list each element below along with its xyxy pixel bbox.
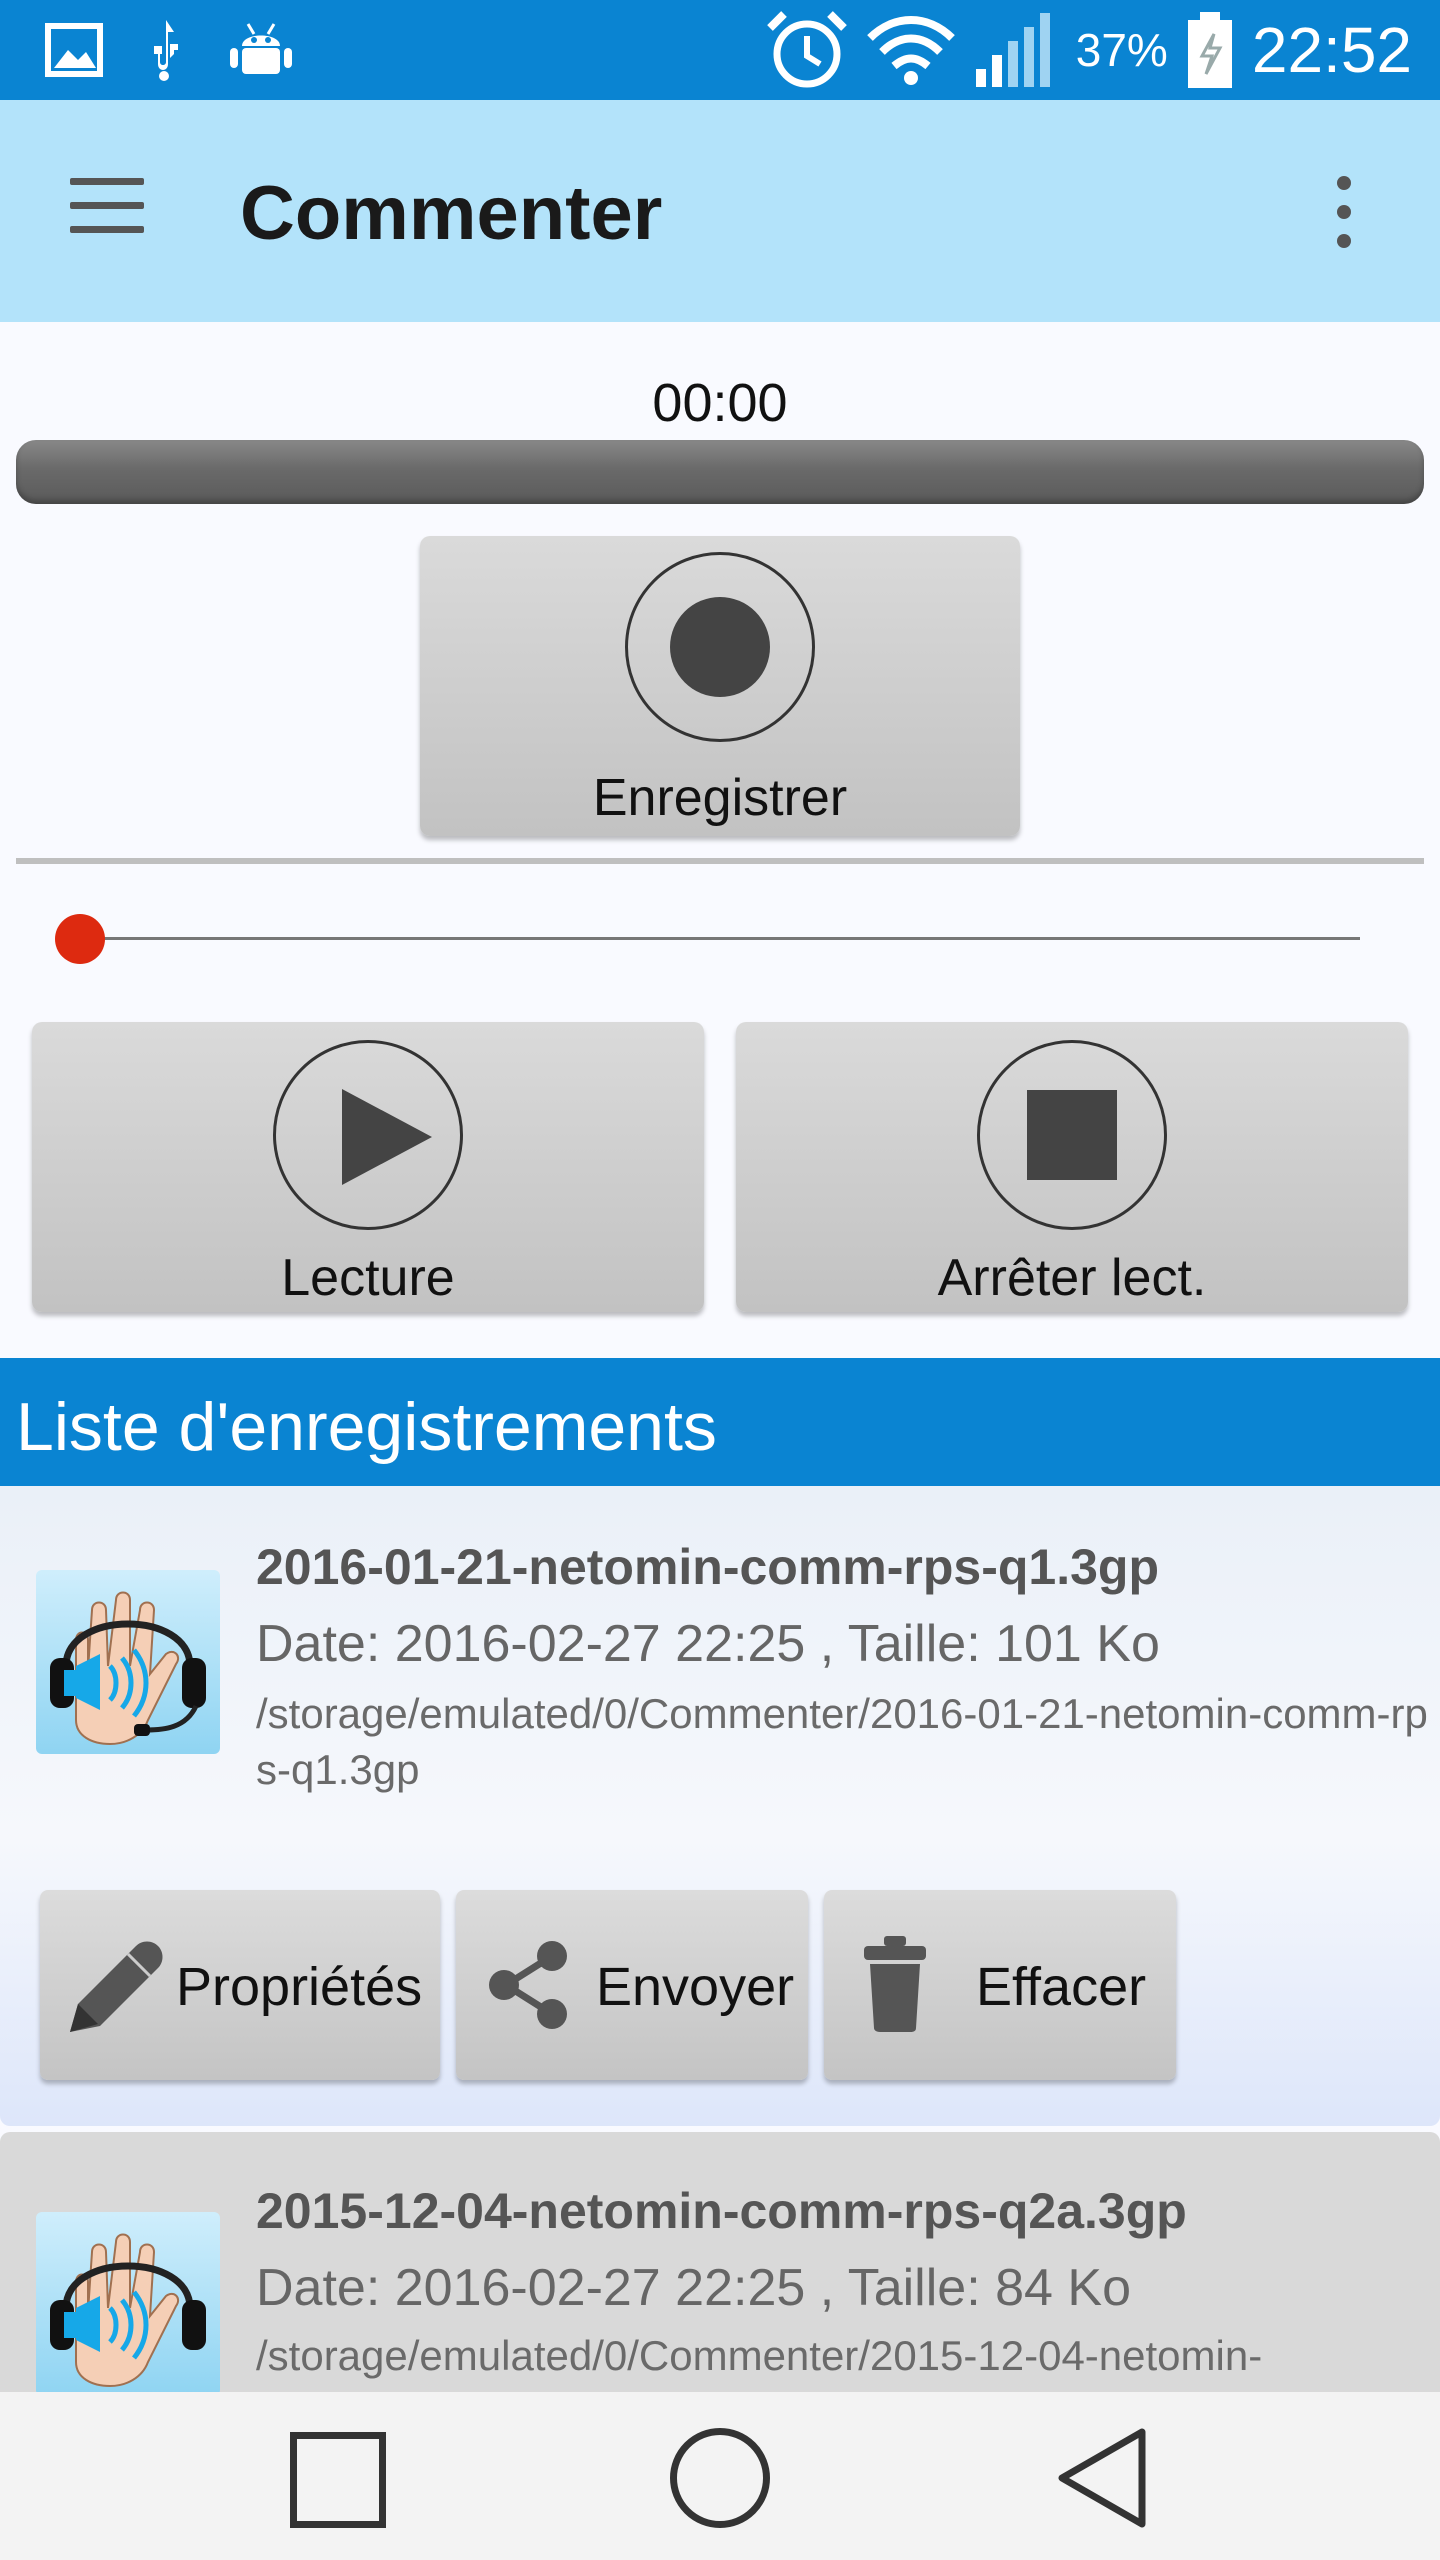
usb-icon [154, 20, 178, 81]
image-icon [45, 23, 103, 77]
recording-thumbnail-icon [36, 2212, 220, 2396]
list-header: Liste d'enregistrements [0, 1358, 1440, 1486]
list-header-title: Liste d'enregistrements [16, 1389, 717, 1465]
recording-meta: Date: 2016-02-27 22:25 , Taille: 84 Ko [256, 2259, 1131, 2317]
recording-path: /storage/emulated/0/Commenter/2015-12-04… [256, 2332, 1263, 2379]
play-button[interactable]: Lecture [32, 1022, 704, 1312]
battery-percent: 37% [1075, 24, 1168, 76]
record-button[interactable]: Enregistrer [420, 536, 1020, 836]
signal-icon [975, 13, 1050, 87]
recording-meta: Date: 2016-02-27 22:25 , Taille: 101 Ko [256, 1615, 1160, 1673]
back-icon[interactable] [1052, 2424, 1152, 2532]
list-item[interactable]: 2015-12-04-netomin-comm-rps-q2a.3gp Date… [0, 2132, 1440, 2396]
stop-playback-button[interactable]: Arrêter lect. [736, 1022, 1408, 1312]
stop-label: Arrêter lect. [937, 1249, 1207, 1307]
send-button[interactable]: Envoyer [456, 1890, 808, 2080]
recording-path: /storage/emulated/0/Commenter/2016-01-21… [256, 1690, 1428, 1793]
record-icon [625, 552, 815, 742]
status-bar: 37% 22:52 [0, 0, 1440, 100]
navigation-bar [0, 2392, 1440, 2560]
clock: 22:52 [1251, 14, 1412, 86]
recent-apps-icon[interactable] [290, 2432, 386, 2528]
delete-button[interactable]: Effacer [824, 1890, 1176, 2080]
recording-name: 2016-01-21-netomin-comm-rps-q1.3gp [256, 1539, 1160, 1595]
debug-icon [230, 23, 292, 74]
alarm-icon [766, 11, 847, 88]
pencil-icon [70, 1941, 163, 2032]
record-label: Enregistrer [592, 769, 848, 827]
play-icon [273, 1040, 463, 1230]
recording-timer: 00:00 [652, 373, 788, 433]
home-icon[interactable] [670, 2428, 770, 2528]
share-icon [489, 1941, 567, 2029]
recording-thumbnail-icon [36, 1570, 220, 1754]
recording-progress-bar [16, 440, 1424, 504]
page-title: Commenter [240, 171, 663, 256]
list-item[interactable]: 2016-01-21-netomin-comm-rps-q1.3gp Date:… [0, 1486, 1440, 2126]
stop-icon [977, 1040, 1167, 1230]
recording-name: 2015-12-04-netomin-comm-rps-q2a.3gp [256, 2183, 1187, 2239]
properties-button[interactable]: Propriétés [40, 1890, 440, 2080]
battery-icon [1187, 12, 1232, 88]
overflow-icon[interactable] [1322, 176, 1366, 256]
trash-icon [864, 1936, 926, 2032]
wifi-icon [866, 16, 955, 85]
divider [16, 858, 1424, 864]
send-label: Envoyer [596, 1957, 795, 2017]
playback-seekbar[interactable] [80, 937, 1360, 940]
properties-label: Propriétés [176, 1957, 423, 2017]
app-bar: Commenter [0, 100, 1440, 322]
play-label: Lecture [281, 1249, 455, 1307]
delete-label: Effacer [976, 1957, 1147, 2017]
seekbar-thumb[interactable] [55, 914, 105, 964]
menu-icon[interactable] [70, 178, 154, 244]
